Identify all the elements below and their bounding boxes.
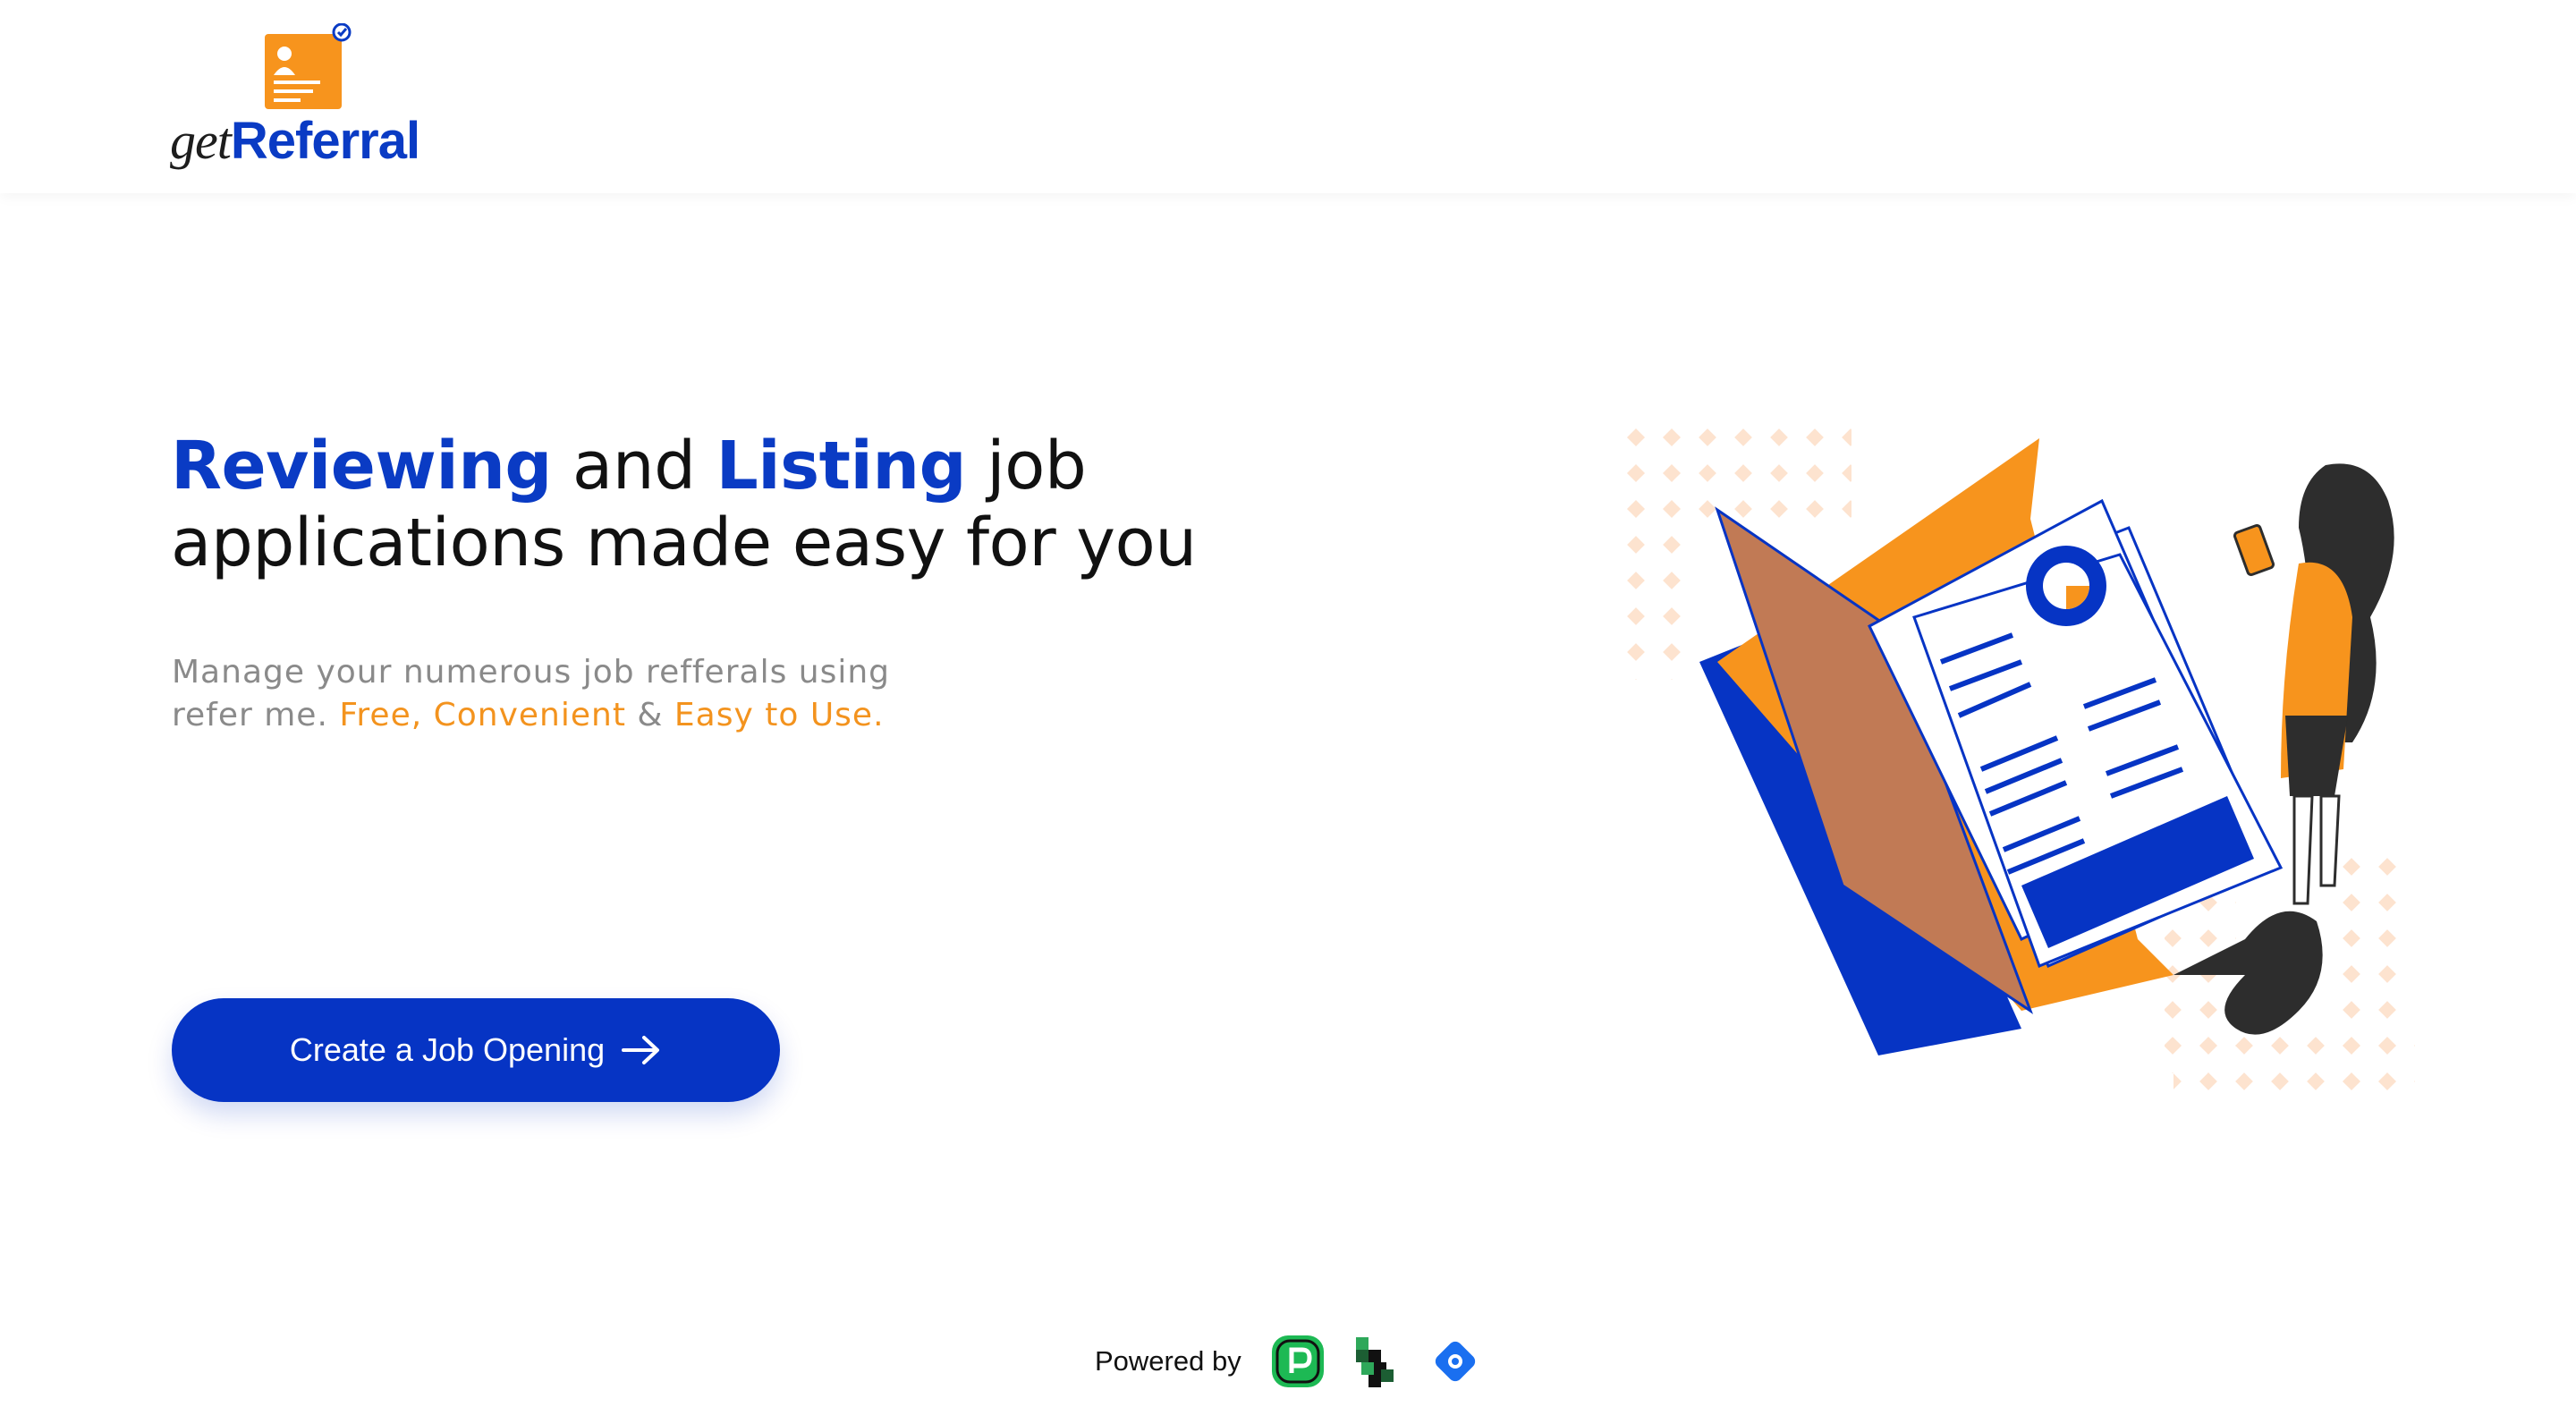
create-job-opening-label: Create a Job Opening xyxy=(289,1031,606,1068)
hero-title: Reviewing and Listing job applications m… xyxy=(171,428,1298,581)
folder-illustration xyxy=(1619,420,2415,1100)
title-and: and xyxy=(551,428,716,504)
powered-by-footer: Powered by xyxy=(1095,1333,1483,1390)
brand-name-get: get xyxy=(170,112,232,170)
subtitle-easy: Easy to Use. xyxy=(674,697,885,733)
subtitle-ampersand: & xyxy=(625,697,674,733)
blue-diamond-icon[interactable] xyxy=(1428,1334,1483,1389)
hero-subtitle: Manage your numerous job refferals using… xyxy=(172,651,977,737)
top-header: getReferral xyxy=(0,0,2576,193)
powered-by-label: Powered by xyxy=(1095,1345,1241,1377)
producthunt-icon[interactable] xyxy=(1270,1334,1326,1389)
resume-card-icon xyxy=(265,23,352,109)
layered-blocks-icon[interactable] xyxy=(1349,1334,1404,1389)
subtitle-free-convenient: Free, Convenient xyxy=(339,697,626,733)
title-reviewing: Reviewing xyxy=(171,428,552,504)
brand-wordmark: getReferral xyxy=(170,111,420,171)
brand-name-referral: Referral xyxy=(230,112,420,170)
brand-logo[interactable]: getReferral xyxy=(170,23,438,171)
title-listing: Listing xyxy=(716,428,967,504)
create-job-opening-button[interactable]: Create a Job Opening xyxy=(172,998,780,1102)
arrow-right-icon xyxy=(622,1036,660,1064)
